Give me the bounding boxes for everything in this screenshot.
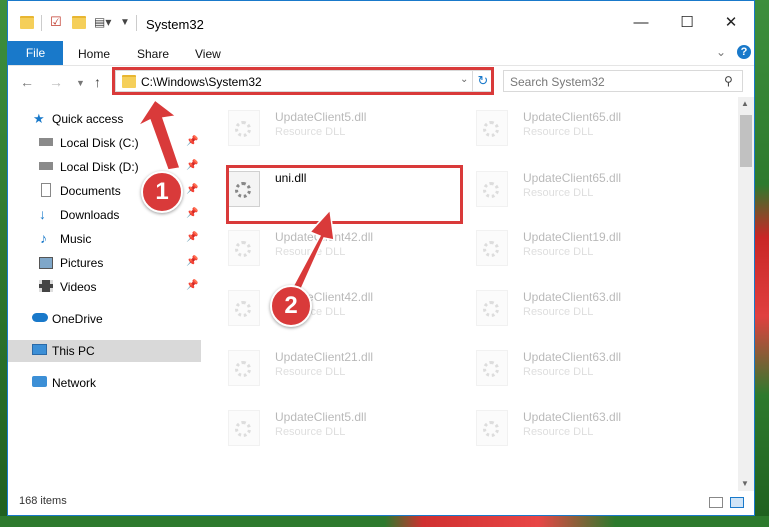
annotation-arrows	[135, 98, 335, 298]
arrow-to-address-bar	[135, 98, 181, 171]
step-1-badge: 1	[141, 171, 183, 213]
step-2-badge: 2	[270, 285, 312, 327]
arrow-to-uni-dll	[288, 208, 335, 298]
